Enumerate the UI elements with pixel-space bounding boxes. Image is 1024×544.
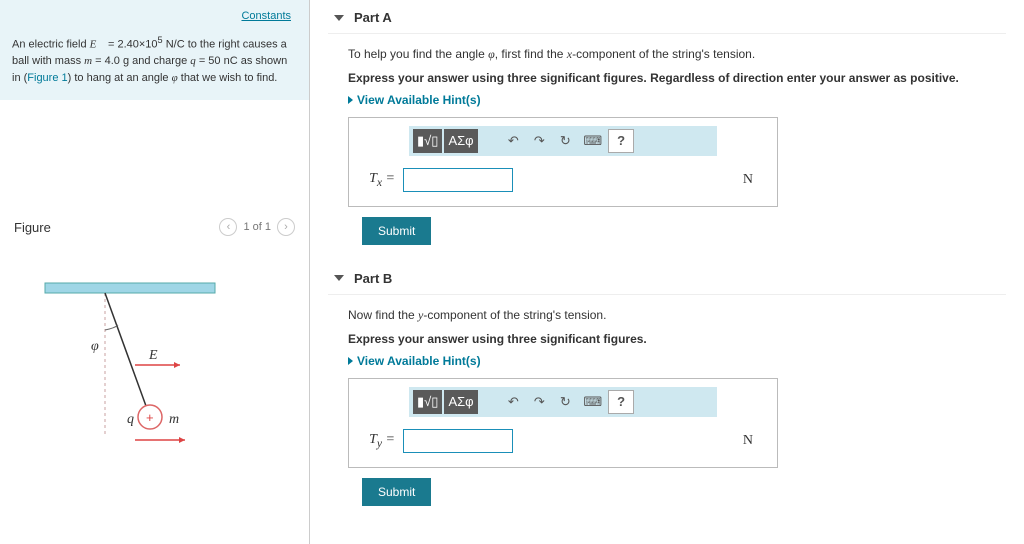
redo-icon[interactable]: ↷ [527, 390, 551, 414]
part-b-header[interactable]: Part B [328, 261, 1006, 295]
reset-icon[interactable]: ↻ [553, 390, 577, 414]
figure-prev-button[interactable]: ‹ [219, 218, 237, 236]
part-a-answer-line: Tx = N [349, 168, 777, 192]
constants-link[interactable]: Constants [241, 10, 291, 22]
part-b-submit-button[interactable]: Submit [362, 478, 431, 506]
symbols-tool-button[interactable]: ΑΣφ [444, 390, 477, 414]
svg-text:q: q [127, 412, 134, 427]
part-b-format: Express your answer using three signific… [348, 332, 986, 346]
part-b-title: Part B [354, 271, 392, 286]
figure-header: Figure ‹ 1 of 1 › [0, 210, 309, 245]
part-a-title: Part A [354, 10, 392, 25]
part-b-answer-box: ▮√▯ ΑΣφ ↶ ↷ ↻ ⌨ ? Ty = N [348, 378, 778, 468]
part-a-submit-button[interactable]: Submit [362, 217, 431, 245]
figure-pager: 1 of 1 [243, 221, 271, 233]
figure-nav: ‹ 1 of 1 › [219, 218, 295, 236]
part-a-var-label: Tx = [361, 171, 395, 189]
part-a-format: Express your answer using three signific… [348, 71, 986, 85]
svg-text:m: m [169, 412, 179, 427]
part-b-body: Now find the y-component of the string's… [328, 295, 1006, 510]
svg-text:+: + [146, 410, 154, 425]
undo-icon[interactable]: ↶ [501, 129, 525, 153]
problem-text: An electric field E⃗ = 2.40×105 N/C to t… [12, 34, 297, 86]
part-a-input[interactable] [403, 168, 513, 192]
figure-diagram: φ E⃗ + m q [35, 265, 225, 465]
part-b-toolbar: ▮√▯ ΑΣφ ↶ ↷ ↻ ⌨ ? [409, 387, 717, 417]
keyboard-icon[interactable]: ⌨ [579, 390, 606, 414]
reset-icon[interactable]: ↻ [553, 129, 577, 153]
part-a-unit: N [743, 172, 753, 188]
keyboard-icon[interactable]: ⌨ [579, 129, 606, 153]
collapse-caret-icon [334, 15, 344, 21]
problem-statement: Constants An electric field E⃗ = 2.40×10… [0, 0, 309, 100]
part-b-instruction: Now find the y-component of the string's… [348, 307, 986, 324]
part-b-var-label: Ty = [361, 432, 395, 450]
part-b-unit: N [743, 433, 753, 449]
part-a-hints-link[interactable]: View Available Hint(s) [348, 93, 986, 107]
right-panel: Part A To help you find the angle φ, fir… [310, 0, 1024, 544]
template-tool-icon[interactable]: ▮√▯ [413, 390, 442, 414]
svg-text:E⃗: E⃗ [148, 348, 168, 363]
part-b-answer-line: Ty = N [349, 429, 777, 453]
left-panel: Constants An electric field E⃗ = 2.40×10… [0, 0, 310, 544]
part-a-toolbar: ▮√▯ ΑΣφ ↶ ↷ ↻ ⌨ ? [409, 126, 717, 156]
help-button[interactable]: ? [608, 129, 634, 153]
part-a-header[interactable]: Part A [328, 0, 1006, 34]
figure-area: φ E⃗ + m q [0, 245, 309, 488]
redo-icon[interactable]: ↷ [527, 129, 551, 153]
figure-label: Figure [14, 220, 51, 235]
part-a-body: To help you find the angle φ, first find… [328, 34, 1006, 249]
part-a-instruction: To help you find the angle φ, first find… [348, 46, 986, 63]
part-b-input[interactable] [403, 429, 513, 453]
undo-icon[interactable]: ↶ [501, 390, 525, 414]
help-button[interactable]: ? [608, 390, 634, 414]
svg-text:φ: φ [91, 339, 99, 354]
part-b-hints-link[interactable]: View Available Hint(s) [348, 354, 986, 368]
figure-next-button[interactable]: › [277, 218, 295, 236]
template-tool-icon[interactable]: ▮√▯ [413, 129, 442, 153]
collapse-caret-icon [334, 275, 344, 281]
symbols-tool-button[interactable]: ΑΣφ [444, 129, 477, 153]
part-a-answer-box: ▮√▯ ΑΣφ ↶ ↷ ↻ ⌨ ? Tx = N [348, 117, 778, 207]
